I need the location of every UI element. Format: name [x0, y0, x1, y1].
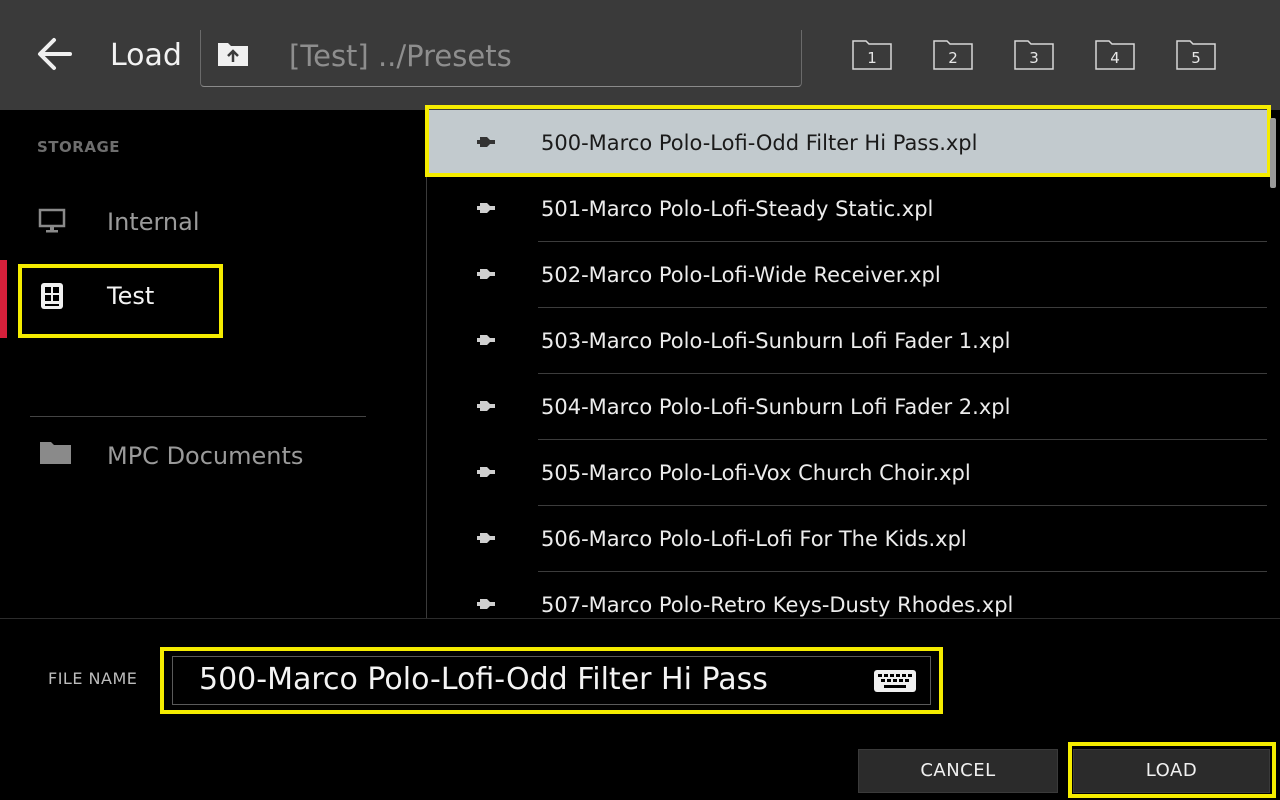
path-field[interactable]: [Test] ../Presets [200, 30, 802, 87]
file-name-label: FILE NAME [48, 669, 138, 688]
sidebar-item-mpc-documents[interactable]: MPC Documents [0, 420, 426, 492]
divider [30, 416, 366, 417]
selection-highlight [18, 264, 223, 338]
list-item[interactable]: 507-Marco Polo-Retro Keys-Dusty Rhodes.x… [427, 572, 1267, 618]
cancel-button[interactable]: CANCEL [858, 749, 1058, 793]
list-item[interactable]: 505-Marco Polo-Lofi-Vox Church Choir.xpl [427, 440, 1267, 506]
file-name-value: 500-Marco Polo-Lofi-Odd Filter Hi Pass [199, 662, 768, 697]
storage-section-label: STORAGE [37, 138, 121, 156]
plugin-preset-icon [477, 332, 497, 348]
file-name: 503-Marco Polo-Lofi-Sunburn Lofi Fader 1… [541, 329, 1011, 353]
footer-bar: FILE NAME 500-Marco Polo-Lofi-Odd Filter… [0, 618, 1280, 800]
list-item[interactable]: 501-Marco Polo-Lofi-Steady Static.xpl [427, 176, 1267, 242]
folder-up-icon[interactable] [217, 40, 249, 68]
folder-slot-number: 3 [1029, 49, 1039, 67]
list-item[interactable]: 504-Marco Polo-Lofi-Sunburn Lofi Fader 2… [427, 374, 1267, 440]
sidebar-item-label: Internal [107, 208, 200, 236]
file-name: 502-Marco Polo-Lofi-Wide Receiver.xpl [541, 263, 941, 287]
list-item[interactable]: 506-Marco Polo-Lofi-Lofi For The Kids.xp… [427, 506, 1267, 572]
selection-highlight [1068, 742, 1276, 798]
file-name: 507-Marco Polo-Retro Keys-Dusty Rhodes.x… [541, 593, 1014, 617]
file-name-field[interactable]: 500-Marco Polo-Lofi-Odd Filter Hi Pass [172, 656, 931, 705]
file-name: 504-Marco Polo-Lofi-Sunburn Lofi Fader 2… [541, 395, 1011, 419]
folder-icon [40, 440, 71, 468]
folder-slot-2[interactable]: 2 [933, 40, 973, 70]
plugin-preset-icon [477, 596, 497, 612]
folder-slot-number: 2 [948, 49, 958, 67]
plugin-preset-icon [477, 398, 497, 414]
folder-slot-3[interactable]: 3 [1014, 40, 1054, 70]
page-title: Load [110, 38, 182, 73]
folder-slot-number: 4 [1110, 49, 1120, 67]
plugin-preset-icon [477, 530, 497, 546]
folder-slot-number: 5 [1191, 49, 1201, 67]
file-name: 506-Marco Polo-Lofi-Lofi For The Kids.xp… [541, 527, 967, 551]
selection-highlight: 500-Marco Polo-Lofi-Odd Filter Hi Pass [160, 647, 943, 714]
folder-slot-5[interactable]: 5 [1176, 40, 1216, 70]
monitor-icon [38, 208, 68, 236]
list-item[interactable]: 503-Marco Polo-Lofi-Sunburn Lofi Fader 1… [427, 308, 1267, 374]
back-arrow-icon[interactable] [36, 36, 76, 72]
sidebar-item-internal[interactable]: Internal [0, 186, 426, 258]
sidebar-item-label: MPC Documents [107, 442, 304, 470]
keyboard-icon[interactable] [873, 667, 917, 695]
current-path: [Test] ../Presets [289, 39, 512, 73]
folder-slot-number: 1 [867, 49, 877, 67]
folder-slot-1[interactable]: 1 [852, 40, 892, 70]
file-list: 500-Marco Polo-Lofi-Odd Filter Hi Pass.x… [427, 110, 1280, 618]
folder-slot-4[interactable]: 4 [1095, 40, 1135, 70]
selection-highlight [425, 105, 1271, 177]
file-name: 501-Marco Polo-Lofi-Steady Static.xpl [541, 197, 934, 221]
header-bar: Load [Test] ../Presets 1 2 3 4 5 [0, 0, 1280, 110]
file-name: 505-Marco Polo-Lofi-Vox Church Choir.xpl [541, 461, 971, 485]
plugin-preset-icon [477, 266, 497, 282]
storage-sidebar: STORAGE Internal Test MPC Documents [0, 110, 426, 618]
list-scrollbar[interactable] [1270, 118, 1276, 188]
list-item[interactable]: 502-Marco Polo-Lofi-Wide Receiver.xpl [427, 242, 1267, 308]
plugin-preset-icon [477, 464, 497, 480]
plugin-preset-icon [477, 200, 497, 216]
